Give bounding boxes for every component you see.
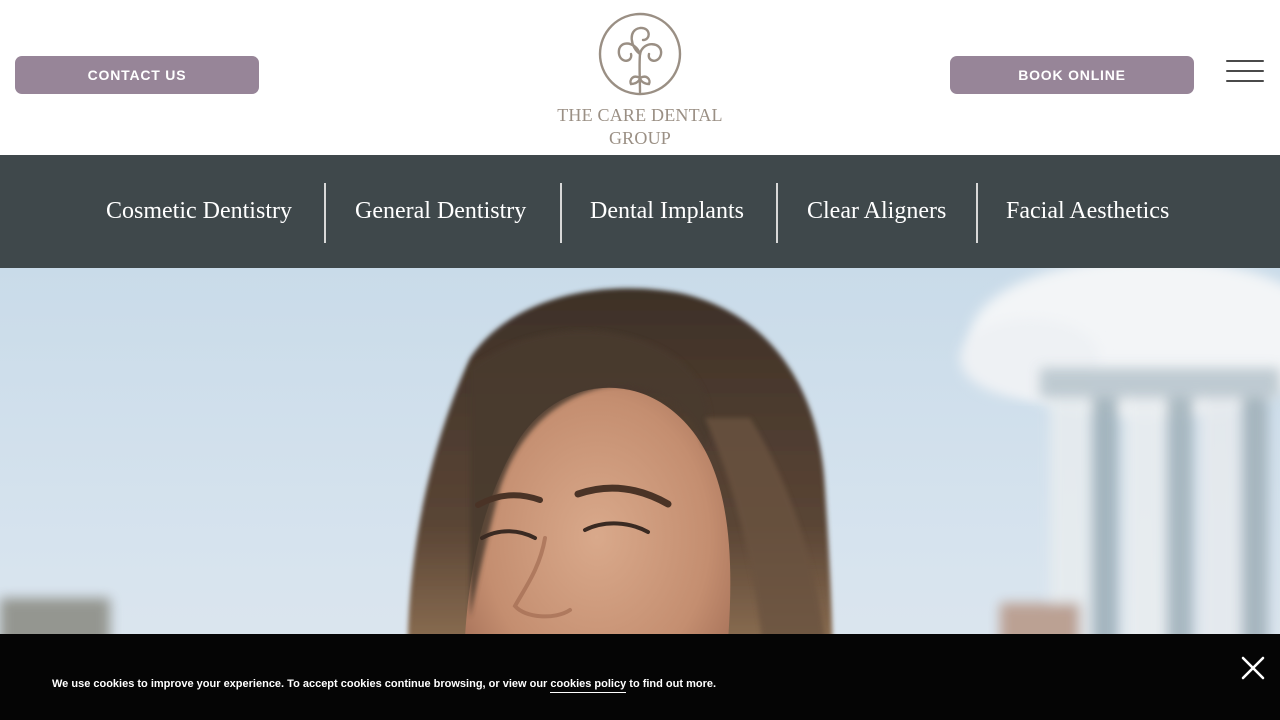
- site-logo[interactable]: THE CARE DENTAL GROUP: [540, 8, 740, 153]
- cookie-text-before: We use cookies to improve your experienc…: [52, 678, 551, 690]
- nav-divider: [976, 183, 978, 243]
- cookie-text-after: to find out more.: [626, 678, 717, 690]
- hamburger-bar-2: [1226, 70, 1264, 72]
- logo-text-line-2: GROUP: [608, 128, 671, 148]
- nav-divider: [776, 183, 778, 243]
- main-navigation: Cosmetic Dentistry General Dentistry Den…: [0, 155, 1280, 268]
- nav-divider: [560, 183, 562, 243]
- hamburger-bar-3: [1226, 80, 1264, 82]
- celtic-knot-logo-icon: [598, 12, 682, 96]
- close-icon[interactable]: [1240, 655, 1266, 681]
- hamburger-bar-1: [1226, 60, 1264, 62]
- cookie-banner: We use cookies to improve your experienc…: [0, 634, 1280, 720]
- contact-us-button[interactable]: CONTACT US: [15, 56, 259, 94]
- hamburger-menu-icon[interactable]: [1226, 58, 1266, 84]
- book-online-button[interactable]: BOOK ONLINE: [950, 56, 1194, 94]
- cookies-policy-link[interactable]: cookies policy: [550, 678, 627, 693]
- nav-item-clear-aligners[interactable]: Clear Aligners: [807, 155, 946, 268]
- nav-item-general-dentistry[interactable]: General Dentistry: [355, 155, 526, 268]
- nav-divider: [324, 183, 326, 243]
- nav-item-dental-implants[interactable]: Dental Implants: [590, 155, 744, 268]
- nav-item-facial-aesthetics[interactable]: Facial Aesthetics: [1006, 155, 1169, 268]
- site-header: CONTACT US THE CARE DENTAL GROUP BOOK ON…: [0, 0, 1280, 155]
- logo-wordmark: THE CARE DENTAL GROUP: [540, 104, 740, 150]
- logo-text-line-1: THE CARE DENTAL: [557, 105, 723, 125]
- nav-item-cosmetic-dentistry[interactable]: Cosmetic Dentistry: [106, 155, 292, 268]
- cookie-message: We use cookies to improve your experienc…: [52, 678, 717, 693]
